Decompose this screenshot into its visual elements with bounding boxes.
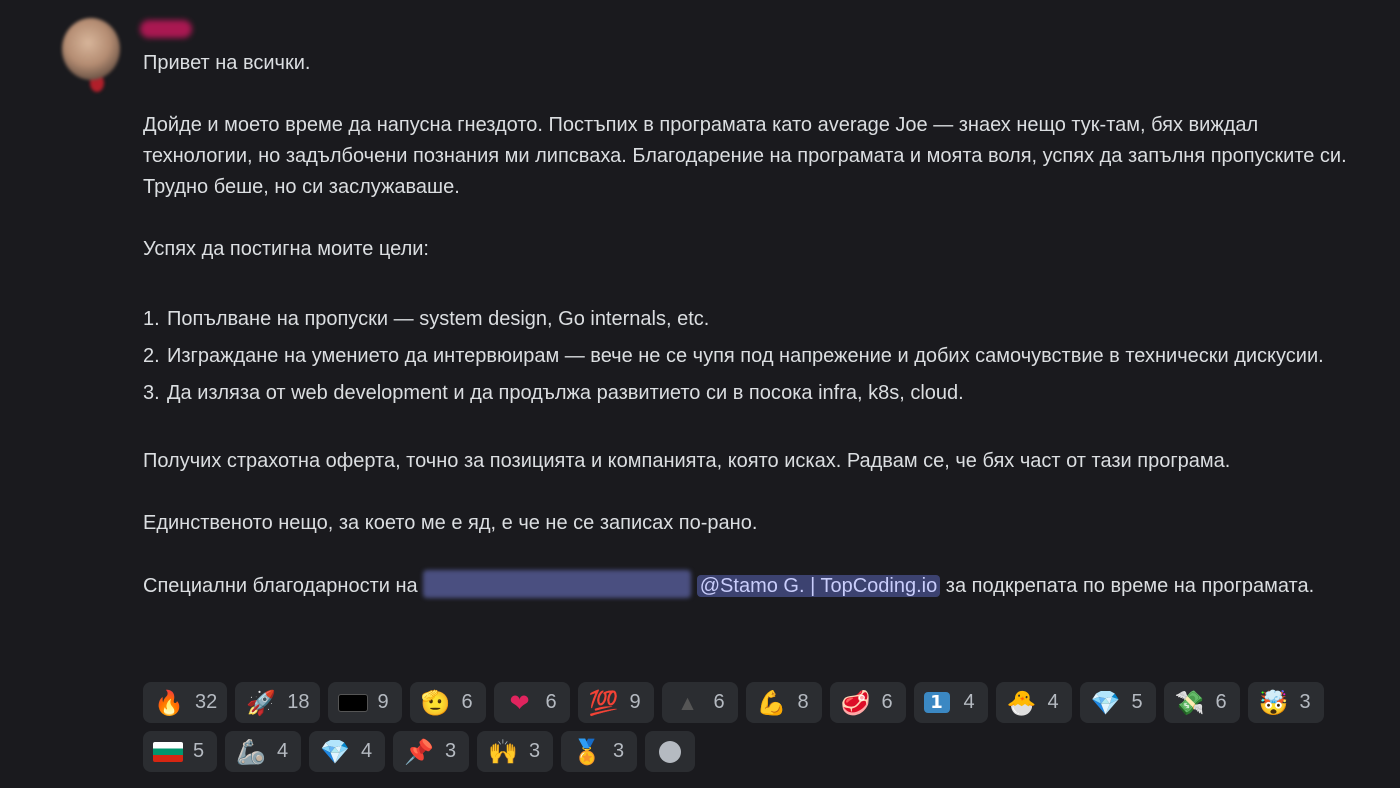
add-reaction-button[interactable] <box>645 731 695 772</box>
reaction-count: 3 <box>613 740 625 762</box>
message-greeting: Привет на всички. <box>143 52 311 74</box>
reaction-gem-stone[interactable]: 💎 5 <box>1079 682 1156 723</box>
exploding-head-icon: 🤯 <box>1258 688 1289 717</box>
medal-icon: 🏅 <box>572 737 602 766</box>
reaction-fire[interactable]: 🔥 32 <box>143 682 228 723</box>
reactions-bar: 🔥 32 🚀 18 9 🫡 6 ❤ 6 💯 9 ▲ 6 💪 8 🥩 6 1 4 🐣 4 💎 5 💸 6 🤯 3 5 🦾 4 💎 4 📌 3 🙌 3 🏅 3 <box>143 682 1343 772</box>
money-with-wings-icon: 💸 <box>1174 688 1205 717</box>
reaction-count: 6 <box>713 691 725 713</box>
fire-icon: 🔥 <box>154 688 184 717</box>
pushpin-icon: 📌 <box>404 737 434 766</box>
saluting-face-icon: 🫡 <box>420 688 451 717</box>
goals-list: 1. Попълване на пропуски — system design,… <box>143 304 1373 409</box>
reaction-exploding-head[interactable]: 🤯 3 <box>1247 682 1324 723</box>
add-reaction-smiley-icon <box>659 740 681 763</box>
mechanical-arm-icon: 🦾 <box>236 737 266 766</box>
reaction-steak[interactable]: 🥩 6 <box>829 682 906 723</box>
keycap-one-icon: 1 <box>923 692 950 713</box>
list-item: 1. Попълване на пропуски — system design,… <box>143 308 710 330</box>
reaction-count: 9 <box>629 691 641 713</box>
reaction-count: 3 <box>1299 691 1311 713</box>
reaction-bulgaria-flag[interactable]: 5 <box>143 731 217 772</box>
reaction-count: 3 <box>529 740 541 762</box>
list-item: 2. Изграждане на умението да интервюирам … <box>143 345 1324 367</box>
reaction-raising-hands[interactable]: 🙌 3 <box>477 731 553 772</box>
reaction-count: 4 <box>277 740 289 762</box>
topcoding-badge-icon <box>337 693 368 712</box>
reaction-red-heart[interactable]: ❤ 6 <box>493 682 570 723</box>
reaction-keycap-one[interactable]: 14 <box>913 682 988 723</box>
reaction-count: 6 <box>461 691 473 713</box>
reaction-count: 6 <box>545 691 557 713</box>
message-body: Привет на всички. Дойде и моето време да… <box>143 48 1373 602</box>
bulgaria-flag-icon <box>153 741 183 762</box>
reaction-blue-gem[interactable]: 💎 4 <box>309 731 385 772</box>
mention-blurred[interactable] <box>423 570 692 598</box>
reaction-saluting-face[interactable]: 🫡 6 <box>409 682 486 723</box>
user-mention[interactable]: @Stamo G. | TopCoding.io <box>696 575 941 597</box>
reaction-count: 8 <box>797 691 809 713</box>
message-paragraph: Дойде и моето време да напусна гнездото.… <box>143 114 1347 198</box>
message-paragraph: Единственото нещо, за което ме е яд, е ч… <box>143 512 758 534</box>
reaction-pushpin[interactable]: 📌 3 <box>393 731 469 772</box>
reaction-hatching-chick[interactable]: 🐣 4 <box>995 682 1072 723</box>
blue-gem-icon: 💎 <box>320 737 350 766</box>
raising-hands-icon: 🙌 <box>488 737 518 766</box>
rocket-icon: 🚀 <box>246 688 277 717</box>
reaction-count: 4 <box>361 740 373 762</box>
avatar[interactable] <box>62 18 120 80</box>
hatching-chick-icon: 🐣 <box>1006 688 1037 717</box>
username-blurred[interactable] <box>140 20 192 38</box>
reaction-medal[interactable]: 🏅 3 <box>561 731 637 772</box>
reaction-count: 32 <box>195 691 218 713</box>
reaction-money-with-wings[interactable]: 💸 6 <box>1163 682 1240 723</box>
reaction-count: 4 <box>963 691 975 713</box>
reaction-hundred-points[interactable]: 💯 9 <box>577 682 654 723</box>
reaction-mechanical-arm[interactable]: 🦾 4 <box>225 731 301 772</box>
reaction-count: 18 <box>287 691 310 713</box>
list-item: 3. Да изляза от web development и да прод… <box>143 382 964 404</box>
hundred-points-icon: 💯 <box>588 688 619 717</box>
reaction-count: 9 <box>377 691 389 713</box>
reaction-count: 6 <box>881 691 893 713</box>
thanks-paragraph: Специални благодарности на @Stamo G. | T… <box>143 570 1373 602</box>
reaction-count: 5 <box>1131 691 1143 713</box>
reaction-topcoding-badge[interactable]: 9 <box>327 682 402 723</box>
goals-intro: Успях да постигна моите цели: <box>143 238 429 260</box>
top-logo-icon: ▲ <box>681 693 694 712</box>
red-heart-icon: ❤ <box>509 688 530 717</box>
reaction-rocket[interactable]: 🚀 18 <box>235 682 320 723</box>
reaction-count: 6 <box>1215 691 1227 713</box>
reaction-count: 4 <box>1047 691 1059 713</box>
reaction-count: 3 <box>445 740 457 762</box>
reaction-count: 5 <box>193 740 205 762</box>
steak-icon: 🥩 <box>840 688 871 717</box>
reaction-flexed-biceps-light[interactable]: 💪 8 <box>745 682 822 723</box>
reaction-top-logo[interactable]: ▲ 6 <box>661 682 738 723</box>
message-paragraph: Получих страхотна оферта, точно за позиц… <box>143 450 1231 472</box>
gem-stone-icon: 💎 <box>1090 688 1121 717</box>
flexed-biceps-light-icon: 💪 <box>756 688 787 717</box>
